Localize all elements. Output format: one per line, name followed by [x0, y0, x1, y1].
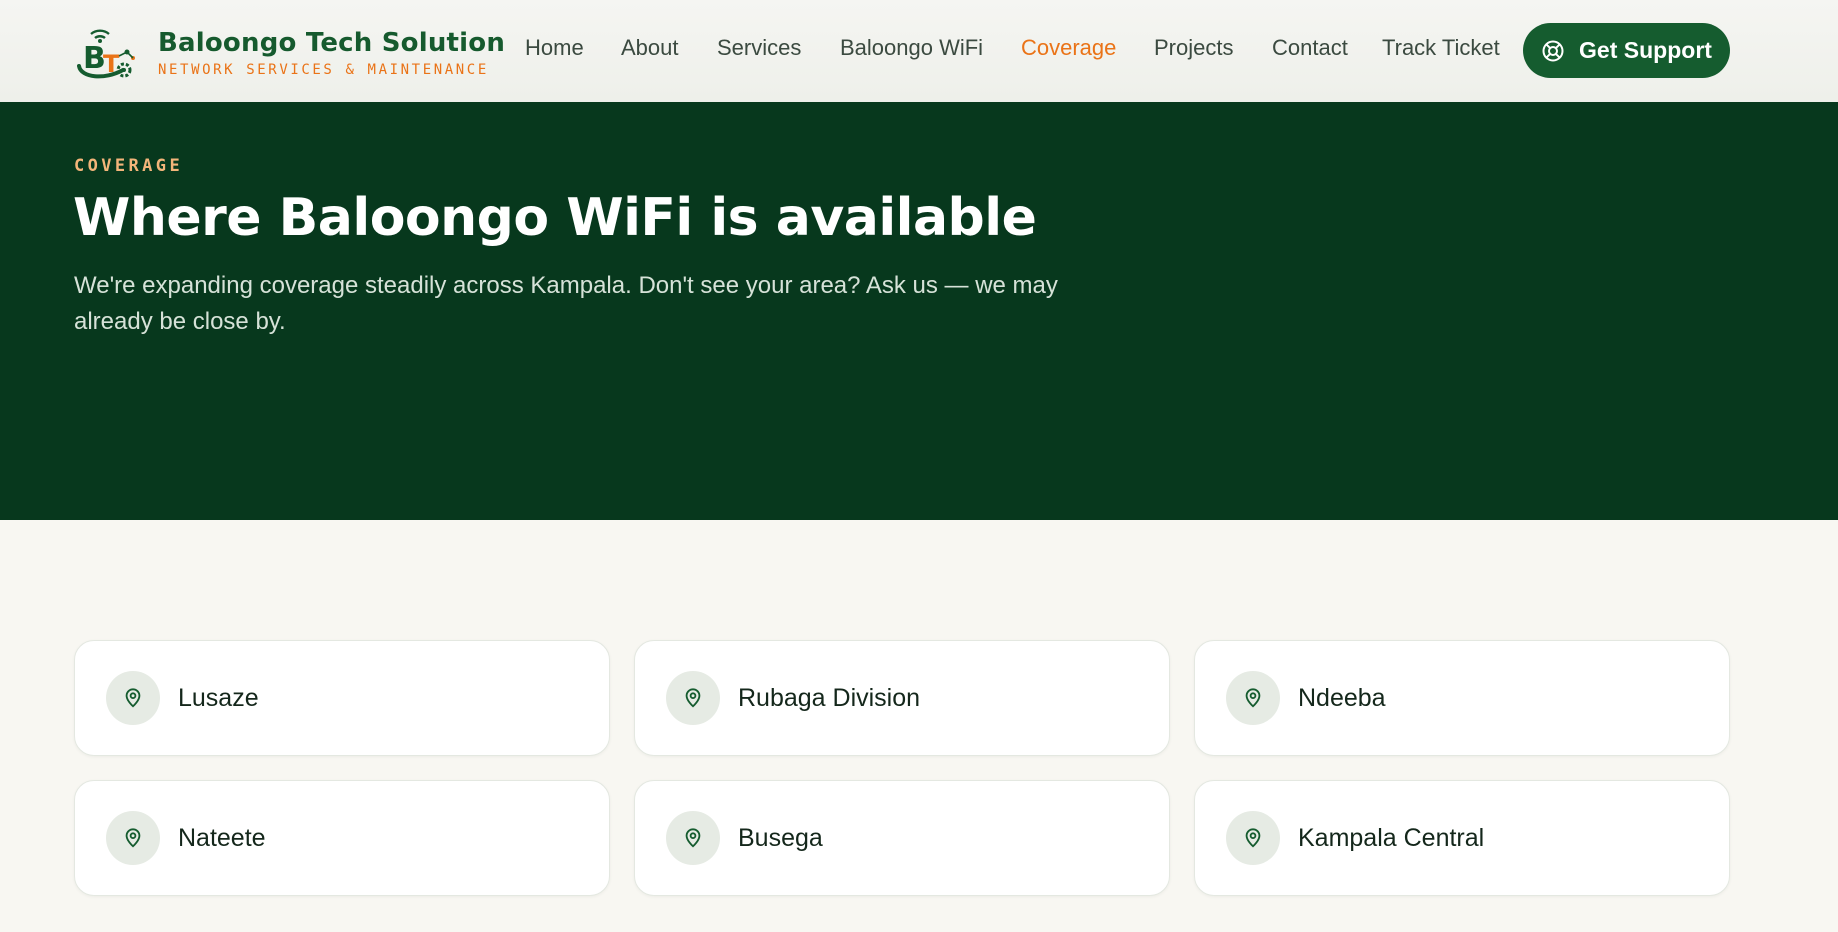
- nav-projects[interactable]: Projects: [1154, 35, 1233, 61]
- coverage-area-name: Ndeeba: [1298, 683, 1386, 712]
- map-pin-icon: [106, 811, 160, 865]
- map-pin-icon: [1226, 811, 1280, 865]
- brand-name: Baloongo Tech Solution: [158, 28, 506, 58]
- hero-section: COVERAGE Where Baloongo WiFi is availabl…: [0, 102, 1838, 520]
- nav-coverage[interactable]: Coverage: [1021, 35, 1116, 61]
- lifebuoy-icon: [1542, 40, 1564, 61]
- coverage-card[interactable]: Nateete: [74, 780, 610, 896]
- site-header: B T Baloongo Tech Solution NETWORK SERVI…: [0, 0, 1838, 102]
- brand-logo-icon: B T: [77, 29, 135, 79]
- section-eyebrow: COVERAGE: [74, 156, 184, 176]
- map-pin-icon: [106, 671, 160, 725]
- brand[interactable]: B T Baloongo Tech Solution NETWORK SERVI…: [75, 26, 505, 80]
- nav-home[interactable]: Home: [525, 35, 584, 61]
- get-support-button[interactable]: Get Support: [1523, 23, 1730, 78]
- map-pin-icon: [666, 671, 720, 725]
- coverage-area-name: Rubaga Division: [738, 683, 921, 712]
- svg-text:T: T: [103, 50, 120, 78]
- hero-description: We're expanding coverage steadily across…: [74, 272, 1058, 335]
- coverage-card[interactable]: Lusaze: [74, 640, 610, 756]
- coverage-area-name: Kampala Central: [1298, 823, 1485, 852]
- map-pin-icon: [666, 811, 720, 865]
- coverage-card[interactable]: Ndeeba: [1194, 640, 1730, 756]
- coverage-card[interactable]: Busega: [634, 780, 1170, 896]
- page-title: Where Baloongo WiFi is available: [73, 188, 1037, 248]
- coverage-card[interactable]: Kampala Central: [1194, 780, 1730, 896]
- nav-baloongo-wifi[interactable]: Baloongo WiFi: [840, 35, 983, 61]
- nav-contact[interactable]: Contact: [1272, 35, 1348, 61]
- coverage-card[interactable]: Rubaga Division: [634, 640, 1170, 756]
- brand-tagline: NETWORK SERVICES & MAINTENANCE: [158, 62, 489, 78]
- coverage-area-name: Nateete: [178, 823, 266, 852]
- coverage-area-name: Lusaze: [178, 683, 259, 712]
- map-pin-icon: [1226, 671, 1280, 725]
- coverage-area-name: Busega: [738, 823, 823, 852]
- nav-track-ticket[interactable]: Track Ticket: [1382, 35, 1500, 61]
- nav-about[interactable]: About: [621, 35, 679, 61]
- nav-services[interactable]: Services: [717, 35, 801, 61]
- get-support-label: Get Support: [1579, 37, 1712, 63]
